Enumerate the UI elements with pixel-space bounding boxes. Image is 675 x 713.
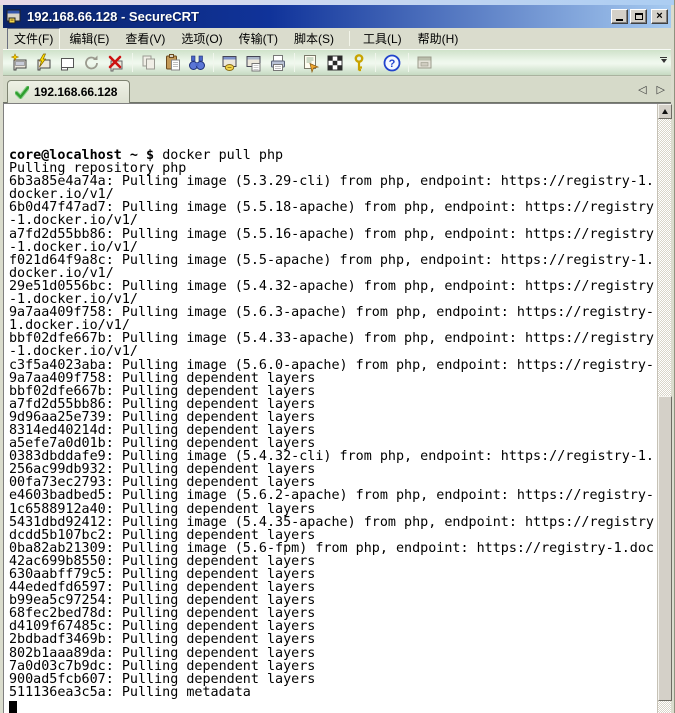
connect-icon: [10, 53, 30, 73]
tab-scroll-right-button[interactable]: ▷: [657, 83, 665, 96]
menu-item[interactable]: 工具(L): [356, 28, 409, 50]
maximize-icon: [635, 13, 643, 20]
terminal-line: f021d64f9a8c: Pulling image (5.5-apache)…: [9, 254, 656, 267]
session-tab-label: 192.168.66.128: [34, 85, 117, 99]
help-icon: ?: [382, 53, 402, 73]
help-button[interactable]: ?: [380, 51, 404, 75]
minimize-icon: [616, 19, 623, 21]
terminal-area[interactable]: core@localhost ~ $ docker pull php Pulli…: [3, 103, 671, 713]
toolbar-overflow-icon: [660, 57, 667, 58]
title-bar[interactable]: 192.168.66.128 - SecureCRT ×: [3, 5, 671, 28]
log-session-icon: [220, 53, 240, 73]
terminal-output[interactable]: core@localhost ~ $ docker pull php Pulli…: [5, 105, 656, 713]
terminal-cursor-line: [9, 699, 656, 712]
paste-button[interactable]: [161, 51, 185, 75]
scrollbar-up-button[interactable]: [658, 104, 672, 119]
toolbar-separator: [375, 53, 376, 72]
paste-icon: [163, 53, 183, 73]
session-manager-icon: [415, 53, 435, 73]
menu-item[interactable]: 文件(F): [7, 28, 60, 50]
disconnect-button[interactable]: [104, 51, 128, 75]
toolbar: ?: [3, 49, 671, 76]
session-options-icon: [301, 53, 321, 73]
keymap-button[interactable]: [323, 51, 347, 75]
menu-item[interactable]: 查看(V): [118, 28, 172, 50]
find-button[interactable]: [185, 51, 209, 75]
terminal-line: docker.io/v1/: [9, 267, 656, 280]
keymap-icon: [325, 53, 345, 73]
session-options-button[interactable]: [299, 51, 323, 75]
menu-separator: [349, 31, 350, 46]
terminal-line: 1c6588912a40: Pulling dependent layers: [9, 503, 656, 516]
print-icon: [268, 53, 288, 73]
menu-item[interactable]: 选项(O): [174, 28, 229, 50]
find-icon: [187, 53, 207, 73]
connect-in-tab-icon: [58, 53, 78, 73]
log-session-button[interactable]: [218, 51, 242, 75]
quick-connect-icon: [34, 53, 54, 73]
reconnect-button[interactable]: [80, 51, 104, 75]
reconnect-icon: [82, 53, 102, 73]
menu-bar: 文件(F)编辑(E)查看(V)选项(O)传输(T)脚本(S) 工具(L)帮助(H): [3, 28, 671, 49]
raw-log-icon: [244, 53, 264, 73]
toolbar-separator: [294, 53, 295, 72]
key-button[interactable]: [347, 51, 371, 75]
svg-text:?: ?: [389, 58, 396, 70]
scrollbar-thumb[interactable]: [658, 396, 672, 701]
terminal-line: e4603badbed5: Pulling image (5.6.2-apach…: [9, 489, 656, 502]
terminal-line: 0ba82ab21309: Pulling image (5.6-fpm) fr…: [9, 542, 656, 555]
disconnect-icon: [106, 53, 126, 73]
terminal-line: a7fd2d55bb86: Pulling image (5.5.16-apac…: [9, 228, 656, 241]
terminal-line: 900ad5fcb607: Pulling dependent layers: [9, 673, 656, 686]
terminal-line: dcdd5b107bc2: Pulling dependent layers: [9, 529, 656, 542]
copy-button[interactable]: [137, 51, 161, 75]
maximize-button[interactable]: [630, 9, 647, 24]
session-manager-button[interactable]: [413, 51, 437, 75]
copy-icon: [139, 53, 159, 73]
toolbar-separator: [213, 53, 214, 72]
terminal-line: 5431dbd92412: Pulling image (5.4.35-apac…: [9, 516, 656, 529]
terminal-line: 511136ea3c5a: Pulling metadata: [9, 686, 656, 699]
connected-check-icon: [15, 86, 29, 99]
terminal-line: 2bdbadf3469b: Pulling dependent layers: [9, 633, 656, 646]
terminal-line: 7a0d03c7b9dc: Pulling dependent layers: [9, 660, 656, 673]
terminal-line: 9d96aa25e739: Pulling dependent layers: [9, 411, 656, 424]
terminal-line: -1.docker.io/v1/: [9, 345, 656, 358]
terminal-line: -1.docker.io/v1/: [9, 214, 656, 227]
connect-button[interactable]: [8, 51, 32, 75]
menu-item[interactable]: 帮助(H): [411, 28, 466, 50]
window-title: 192.168.66.128 - SecureCRT: [27, 9, 609, 24]
raw-log-button[interactable]: [242, 51, 266, 75]
connect-in-tab-button[interactable]: [56, 51, 80, 75]
terminal-line: bbf02dfe667b: Pulling dependent layers: [9, 385, 656, 398]
terminal-line: a7fd2d55bb86: Pulling dependent layers: [9, 398, 656, 411]
terminal-lines: Pulling repository php6b3a85e4a74a: Pull…: [9, 162, 656, 699]
quick-connect-button[interactable]: [32, 51, 56, 75]
terminal-line: 802b1aaa89da: Pulling dependent layers: [9, 647, 656, 660]
vertical-scrollbar[interactable]: [657, 104, 671, 713]
session-tab[interactable]: 192.168.66.128: [7, 80, 130, 103]
minimize-button[interactable]: [611, 9, 628, 24]
tab-scroll-left-button[interactable]: ◁: [638, 83, 646, 96]
terminal-line: 9a7aa409f758: Pulling dependent layers: [9, 372, 656, 385]
key-icon: [349, 53, 369, 73]
menu-item[interactable]: 传输(T): [232, 28, 285, 50]
terminal-cursor: [9, 701, 17, 713]
securecrt-app-icon: [6, 8, 23, 25]
toolbar-overflow-button[interactable]: [659, 57, 668, 63]
terminal-line: -1.docker.io/v1/: [9, 241, 656, 254]
menu-item[interactable]: 脚本(S): [287, 28, 341, 50]
menu-item[interactable]: 编辑(E): [62, 28, 116, 50]
toolbar-separator: [132, 53, 133, 72]
close-icon: ×: [656, 11, 662, 22]
close-button[interactable]: ×: [651, 9, 668, 24]
securecrt-window: 192.168.66.128 - SecureCRT × 文件(F)编辑(E)查…: [0, 0, 675, 713]
scroll-up-icon: [662, 109, 668, 114]
print-button[interactable]: [266, 51, 290, 75]
terminal-line: c3f5a4023aba: Pulling image (5.6.0-apach…: [9, 359, 656, 372]
toolbar-separator: [408, 53, 409, 72]
tab-bar: 192.168.66.128 ◁ ▷: [3, 77, 671, 103]
